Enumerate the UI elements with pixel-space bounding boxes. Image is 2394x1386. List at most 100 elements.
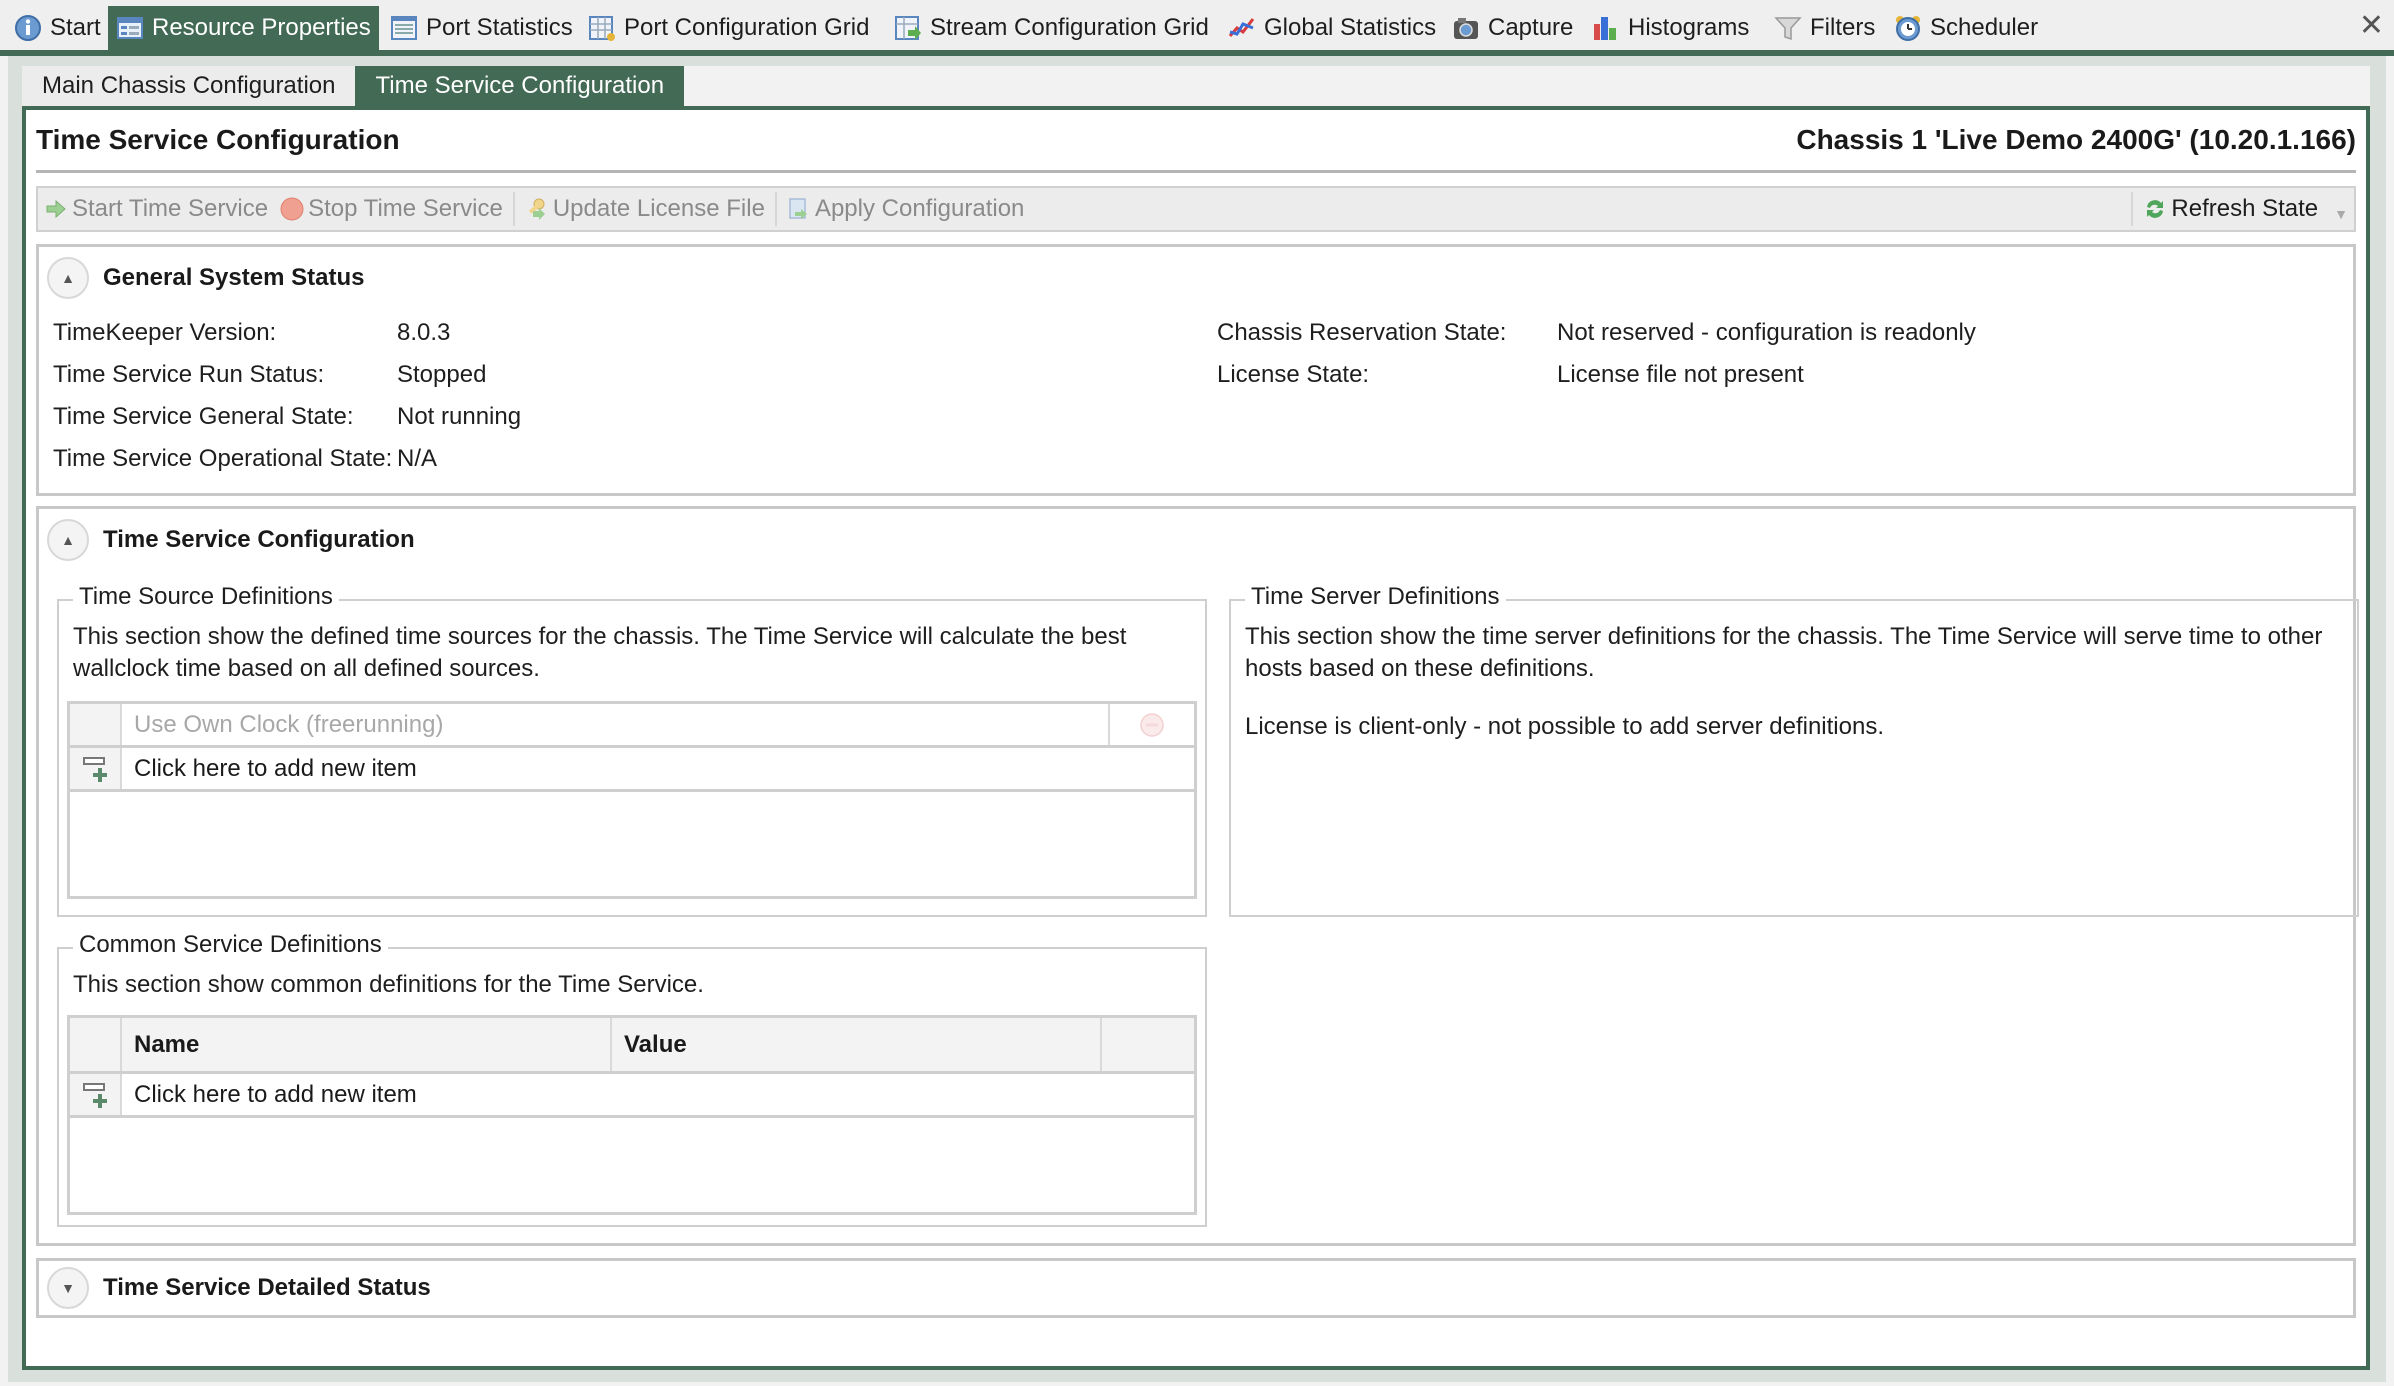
time-server-definitions-legend: Time Server Definitions [1245, 583, 1506, 611]
tab-histograms[interactable]: Histograms [1584, 6, 1757, 50]
close-tab-button[interactable]: ✕ [2359, 8, 2384, 43]
tab-stream-configuration-grid-label: Stream Configuration Grid [930, 14, 1209, 41]
sub-tab-strip: Main Chassis Configuration Time Service … [22, 66, 685, 106]
time-service-detailed-status-title: Time Service Detailed Status [103, 1274, 431, 1301]
tab-filters-label: Filters [1810, 14, 1876, 41]
tab-global-statistics[interactable]: Global Statistics [1220, 6, 1444, 50]
common-service-definitions-group: Common Service Definitions This section … [57, 931, 1207, 1227]
time-server-description: This section show the time server defini… [1245, 623, 2323, 682]
subtab-time-service-configuration[interactable]: Time Service Configuration [355, 66, 685, 106]
tab-port-statistics-label: Port Statistics [426, 14, 573, 41]
run-status-label: Time Service Run Status: [53, 361, 325, 388]
time-service-content: Time Service Configuration Chassis 1 'Li… [22, 106, 2370, 1370]
funnel-icon [1774, 14, 1802, 42]
toolbar-separator [774, 192, 777, 226]
tab-global-statistics-label: Global Statistics [1264, 14, 1437, 41]
toolbar: Start Time Service Stop Time Service Upd… [36, 186, 2356, 232]
common-definitions-grid: Name Value Click here to add new item [67, 1015, 1197, 1215]
table-row[interactable]: Use Own Clock (freerunning) [70, 704, 1194, 748]
chassis-title: Chassis 1 'Live Demo 2400G' (10.20.1.166… [1796, 124, 2356, 155]
collapse-general-status-button[interactable]: ▲ [47, 257, 89, 299]
list-icon [390, 14, 418, 42]
column-header-name[interactable]: Name [122, 1018, 612, 1071]
tab-resource-properties[interactable]: Resource Properties [108, 6, 379, 50]
add-new-item-label[interactable]: Click here to add new item [122, 755, 417, 783]
stream-grid-icon [894, 14, 922, 42]
operational-state-value: N/A [397, 445, 438, 472]
general-state-label: Time Service General State: [53, 403, 354, 430]
time-service-configuration-panel: ▲ Time Service Configuration Time Source… [36, 506, 2359, 1246]
time-server-definitions-group: Time Server Definitions This section sho… [1229, 583, 2359, 917]
add-new-time-source-row[interactable]: Click here to add new item [70, 748, 1194, 792]
stop-time-service-button[interactable]: Stop Time Service [274, 188, 509, 230]
general-system-status-title: General System Status [103, 264, 365, 291]
toolbar-overflow-icon[interactable]: ▼ [2334, 206, 2348, 222]
column-header-actions [1102, 1018, 1194, 1071]
tab-start[interactable]: Start [6, 6, 109, 50]
tab-port-configuration-grid[interactable]: Port Configuration Grid [580, 6, 877, 50]
info-icon [14, 14, 42, 42]
stop-icon [280, 197, 304, 221]
resource-properties-body: Main Chassis Configuration Time Service … [22, 66, 2370, 1370]
license-state-label: License State: [1217, 361, 1370, 388]
time-service-detailed-status-panel: ▼ Time Service Detailed Status [36, 1258, 2356, 1318]
general-state-value: Not running [397, 403, 522, 430]
apply-document-icon [787, 197, 811, 221]
toolbar-separator [2131, 192, 2134, 226]
remove-time-source-button[interactable] [1110, 704, 1194, 745]
common-service-description: This section show common definitions for… [73, 971, 704, 998]
remove-icon [1140, 712, 1164, 737]
time-source-cell[interactable]: Use Own Clock (freerunning) [122, 704, 1110, 745]
reservation-state-value: Not reserved - configuration is readonly [1557, 319, 1976, 346]
row-header [70, 1018, 122, 1071]
tab-resource-properties-label: Resource Properties [152, 14, 371, 41]
refresh-state-button[interactable]: Refresh State [2137, 188, 2324, 230]
column-header-value[interactable]: Value [612, 1018, 1102, 1071]
chevron-down-icon: ▼ [61, 1280, 75, 1296]
license-keys-icon [525, 197, 549, 221]
update-license-file-button[interactable]: Update License File [519, 188, 771, 230]
timekeeper-version-label: TimeKeeper Version: [53, 319, 277, 346]
tab-stream-configuration-grid[interactable]: Stream Configuration Grid [886, 6, 1217, 50]
tab-scheduler-label: Scheduler [1930, 14, 2039, 41]
tab-capture[interactable]: Capture [1444, 6, 1581, 50]
time-source-definitions-group: Time Source Definitions This section sho… [57, 583, 1207, 917]
row-header [70, 704, 122, 745]
tab-port-statistics[interactable]: Port Statistics [382, 6, 581, 50]
tab-capture-label: Capture [1488, 14, 1574, 41]
add-new-item-label[interactable]: Click here to add new item [122, 1081, 417, 1109]
stop-time-service-label: Stop Time Service [308, 195, 503, 222]
license-client-only-note: License is client-only - not possible to… [1245, 713, 1884, 740]
row-header [70, 748, 122, 789]
tab-histograms-label: Histograms [1628, 14, 1750, 41]
tab-filters[interactable]: Filters [1766, 6, 1883, 50]
apply-configuration-label: Apply Configuration [814, 195, 1025, 222]
row-header [70, 1074, 122, 1115]
alarm-clock-icon [1894, 14, 1922, 42]
subtab-main-chassis-configuration[interactable]: Main Chassis Configuration [22, 66, 356, 106]
time-sources-grid: Use Own Clock (freerunning) Click here t… [67, 701, 1197, 899]
operational-state-label: Time Service Operational State: [53, 445, 393, 472]
time-source-definitions-legend: Time Source Definitions [73, 583, 339, 611]
grid-header-row: Name Value [70, 1018, 1194, 1074]
apply-configuration-button[interactable]: Apply Configuration [781, 188, 1030, 230]
general-system-status-panel: ▲ General System Status TimeKeeper Versi… [36, 244, 2356, 496]
time-service-configuration-title: Time Service Configuration [103, 526, 415, 553]
start-time-service-label: Start Time Service [72, 195, 269, 222]
bar-chart-icon [1592, 14, 1620, 42]
title-divider [36, 170, 2356, 173]
collapse-time-service-config-button[interactable]: ▲ [47, 519, 89, 561]
run-status-value: Stopped [397, 361, 487, 388]
camera-icon [1452, 14, 1480, 42]
add-new-definition-row[interactable]: Click here to add new item [70, 1074, 1194, 1118]
timekeeper-version-value: 8.0.3 [397, 319, 451, 346]
expand-detailed-status-button[interactable]: ▼ [47, 1267, 89, 1309]
tab-scheduler[interactable]: Scheduler [1886, 6, 2046, 50]
add-row-icon [81, 1080, 109, 1110]
reservation-state-label: Chassis Reservation State: [1217, 319, 1507, 346]
update-license-file-label: Update License File [552, 195, 765, 222]
start-time-service-button[interactable]: Start Time Service [38, 188, 274, 230]
properties-icon [116, 14, 144, 42]
chevron-up-icon: ▲ [61, 532, 75, 548]
refresh-icon [2143, 197, 2167, 221]
